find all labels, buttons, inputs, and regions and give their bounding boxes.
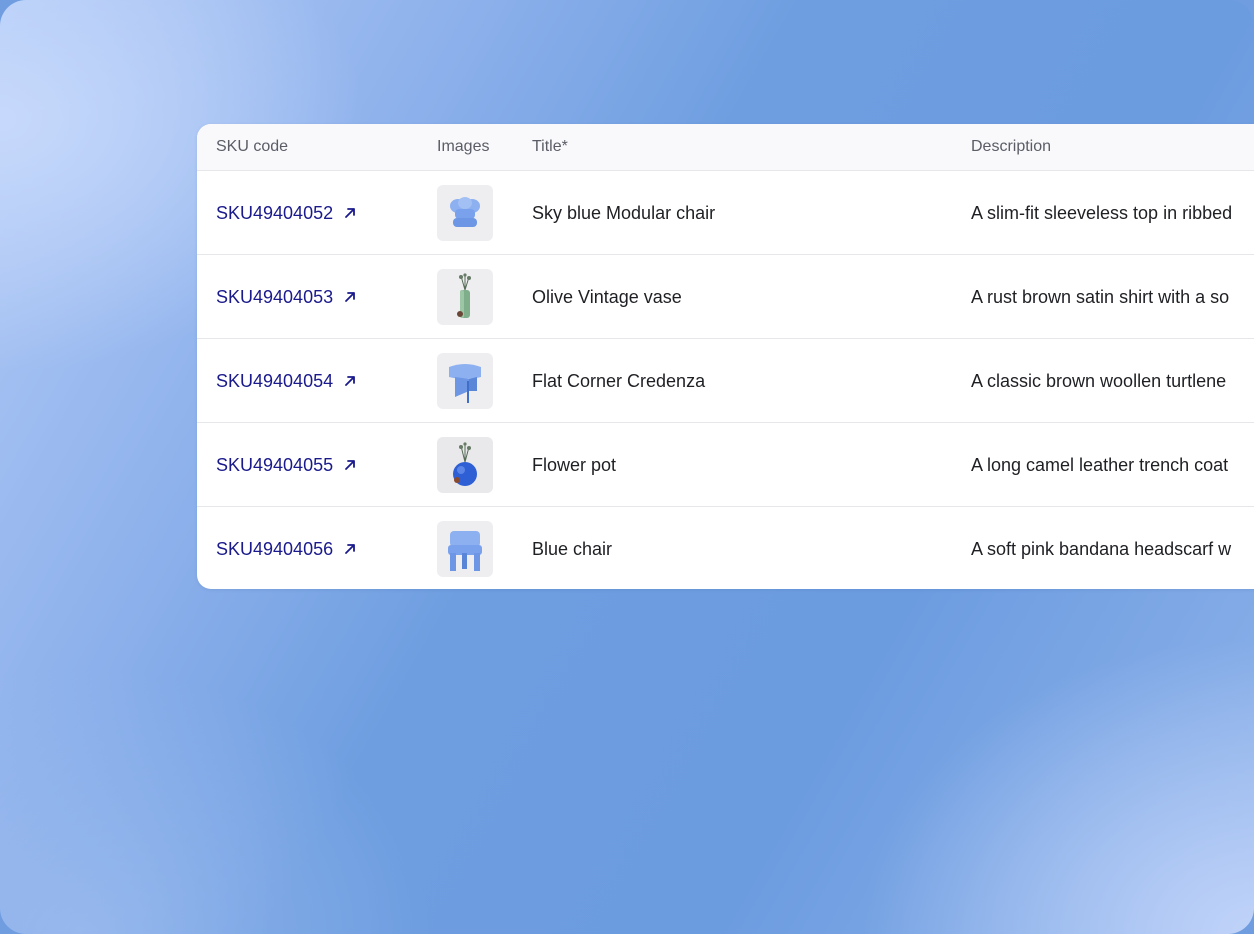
header-images[interactable]: Images: [437, 138, 489, 156]
header-sku-code[interactable]: SKU code: [216, 138, 288, 156]
table-row[interactable]: SKU49404056 Blue chair A soft pink banda…: [197, 506, 1254, 589]
table-row[interactable]: SKU49404052 Sky blue Modular chair A sli…: [197, 170, 1254, 255]
modular-chair-thumbnail[interactable]: [437, 185, 493, 241]
sku-link[interactable]: SKU49404052: [216, 203, 357, 224]
description-cell[interactable]: A soft pink bandana headscarf w: [971, 507, 1231, 589]
modular-chair-icon: [450, 197, 480, 227]
description-cell[interactable]: A long camel leather trench coat: [971, 423, 1228, 507]
blue-chair-thumbnail[interactable]: [437, 521, 493, 577]
external-link-arrow-icon: [345, 292, 356, 302]
title-text: Blue chair: [532, 538, 613, 559]
sku-cell: SKU49404053: [216, 255, 357, 339]
description-cell[interactable]: A rust brown satin shirt with a so: [971, 255, 1229, 339]
external-link-arrow-icon: [345, 208, 356, 218]
sku-cell: SKU49404054: [216, 339, 357, 423]
sku-cell: SKU49404052: [216, 171, 357, 255]
vase-icon: [457, 273, 471, 318]
sku-link[interactable]: SKU49404056: [216, 539, 357, 560]
title-cell[interactable]: Flower pot: [532, 423, 616, 507]
sku-link[interactable]: SKU49404053: [216, 287, 357, 308]
sku-text: SKU49404056: [216, 538, 334, 559]
table-row[interactable]: SKU49404053 Olive Vintage vase A rust br…: [197, 254, 1254, 339]
description-cell[interactable]: A classic brown woollen turtlene: [971, 339, 1226, 423]
sku-text: SKU49404053: [216, 286, 334, 307]
image-cell: [437, 507, 493, 589]
external-link-arrow-icon: [345, 376, 356, 386]
product-table: SKU code Images Title* Description SKU49…: [197, 124, 1254, 589]
description-text: A rust brown satin shirt with a so: [971, 286, 1230, 307]
image-cell: [437, 423, 493, 507]
sku-cell: SKU49404055: [216, 423, 357, 507]
description-text: A classic brown woollen turtlene: [971, 370, 1227, 391]
description-cell[interactable]: A slim-fit sleeveless top in ribbed: [971, 171, 1232, 255]
table-header: SKU code Images Title* Description: [197, 124, 1254, 170]
description-text: A soft pink bandana headscarf w: [971, 538, 1232, 559]
sku-text: SKU49404052: [216, 202, 334, 223]
table-row[interactable]: SKU49404055 Flower pot A long camel leat…: [197, 422, 1254, 507]
flower-pot-icon: [453, 442, 477, 486]
credenza-thumbnail[interactable]: [437, 353, 493, 409]
blue-chair-icon: [448, 531, 482, 571]
description-text: A long camel leather trench coat: [971, 454, 1229, 475]
credenza-icon: [449, 364, 481, 403]
sku-link[interactable]: SKU49404054: [216, 371, 357, 392]
flower-pot-thumbnail[interactable]: [437, 437, 493, 493]
image-cell: [437, 339, 493, 423]
title-cell[interactable]: Flat Corner Credenza: [532, 339, 705, 423]
vintage-vase-thumbnail[interactable]: [437, 269, 493, 325]
image-cell: [437, 255, 493, 339]
title-text: Olive Vintage vase: [532, 286, 682, 307]
image-cell: [437, 171, 493, 255]
title-cell[interactable]: Sky blue Modular chair: [532, 171, 715, 255]
header-title[interactable]: Title*: [532, 138, 568, 156]
description-text: A slim-fit sleeveless top in ribbed: [971, 202, 1233, 223]
title-cell[interactable]: Blue chair: [532, 507, 612, 589]
title-text: Flat Corner Credenza: [532, 370, 706, 391]
sku-text: SKU49404055: [216, 454, 334, 475]
sku-link[interactable]: SKU49404055: [216, 455, 357, 476]
external-link-arrow-icon: [345, 544, 356, 554]
header-description[interactable]: Description: [971, 138, 1051, 156]
background: SKU code Images Title* Description SKU49…: [0, 0, 1254, 934]
external-link-arrow-icon: [345, 460, 356, 470]
title-cell[interactable]: Olive Vintage vase: [532, 255, 682, 339]
title-text: Sky blue Modular chair: [532, 202, 716, 223]
sku-text: SKU49404054: [216, 370, 334, 391]
sku-cell: SKU49404056: [216, 507, 357, 589]
table-row[interactable]: SKU49404054 Flat Corner Credenza A class…: [197, 338, 1254, 423]
title-text: Flower pot: [532, 454, 617, 475]
